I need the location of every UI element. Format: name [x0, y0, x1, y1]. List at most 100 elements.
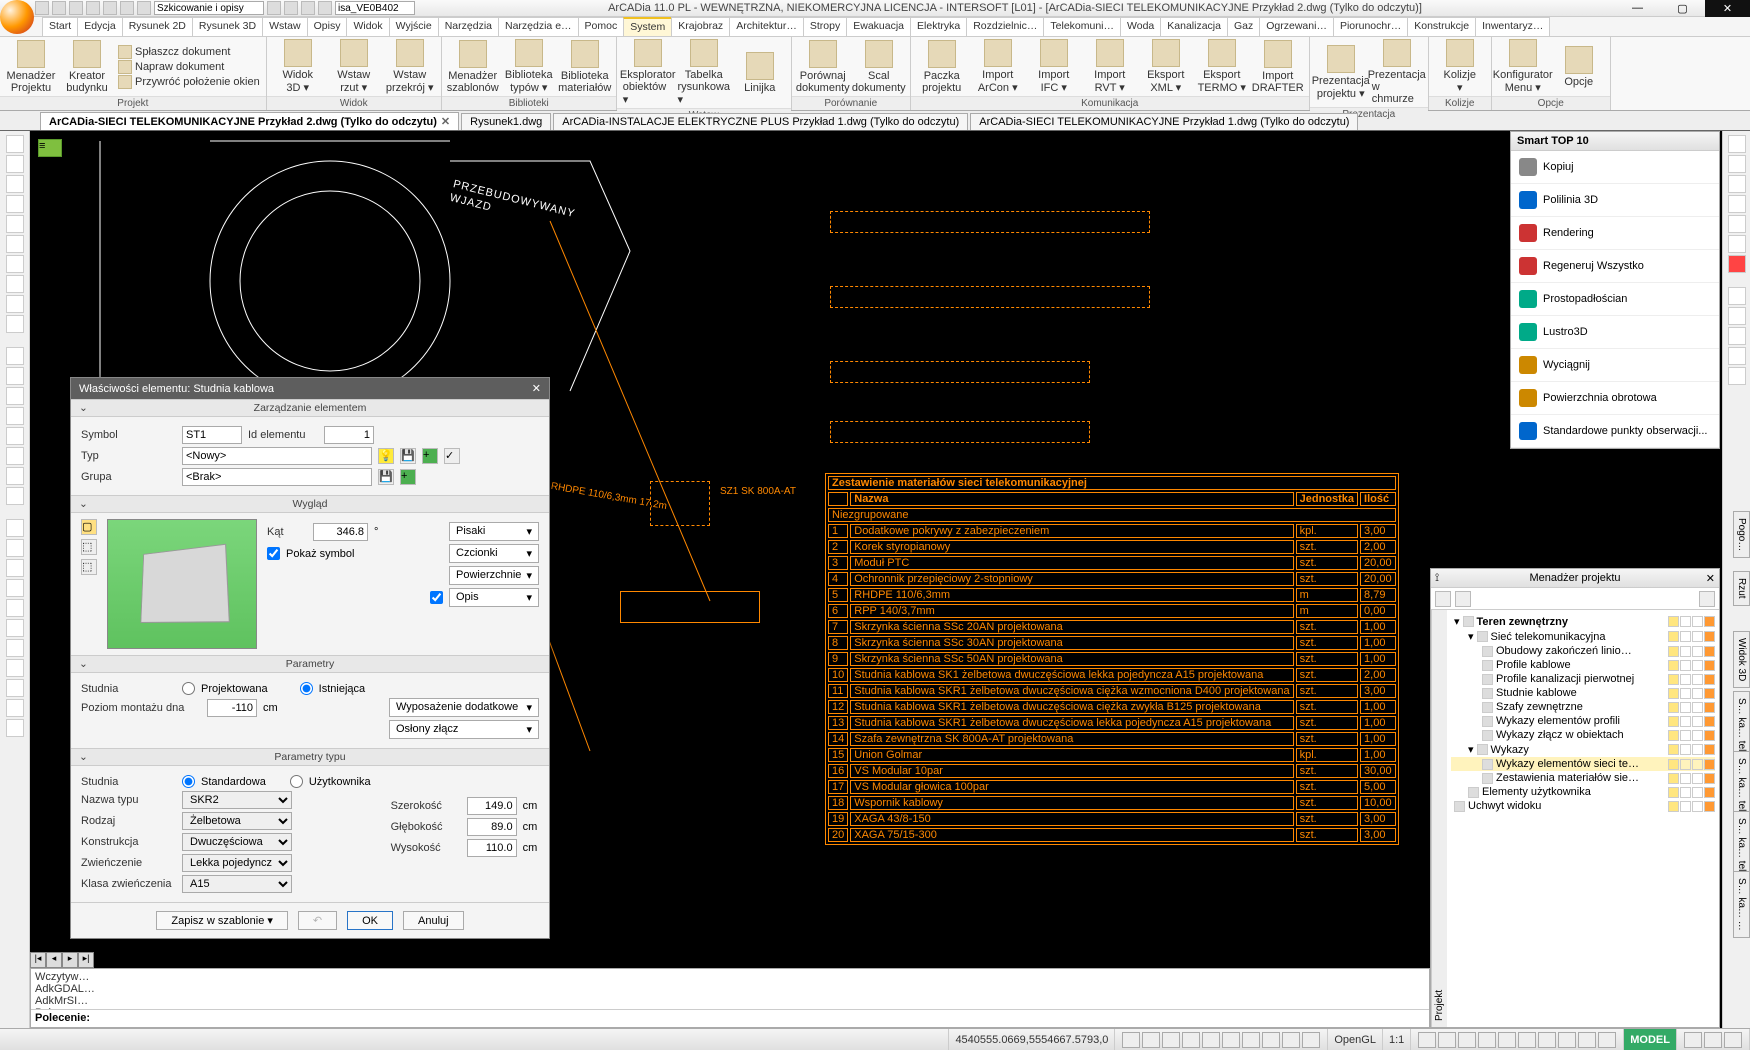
status-btn[interactable]	[1598, 1032, 1616, 1048]
tool-icon[interactable]	[1728, 135, 1746, 153]
tool-icon[interactable]	[6, 467, 24, 485]
sheet-nav-first[interactable]: |◂	[30, 952, 46, 968]
tree-node[interactable]: Obudowy zakończeń linio…	[1451, 644, 1715, 658]
scale-label[interactable]: 1:1	[1383, 1029, 1411, 1050]
status-btn[interactable]	[1162, 1032, 1180, 1048]
project-tree[interactable]: ▾Teren zewnętrzny▾Sieć telekomunikacyjna…	[1447, 610, 1719, 1027]
menu-tab[interactable]: Widok	[346, 17, 389, 36]
tree-node[interactable]: Profile kablowe	[1451, 658, 1715, 672]
ribbon-button[interactable]: Paczkaprojektu	[917, 40, 967, 94]
status-btn[interactable]	[1142, 1032, 1160, 1048]
ribbon-button[interactable]: Eksploratorobiektów ▾	[623, 39, 673, 106]
klasa-select[interactable]: A15	[182, 875, 292, 893]
qat-icon[interactable]	[35, 1, 49, 15]
status-btn[interactable]	[1498, 1032, 1516, 1048]
pm-tool-icon[interactable]	[1455, 591, 1471, 607]
tool-icon[interactable]	[6, 539, 24, 557]
status-btn[interactable]	[1302, 1032, 1320, 1048]
id-input[interactable]	[324, 426, 374, 444]
smart-item[interactable]: Powierzchnia obrotowa	[1511, 382, 1719, 415]
minimize-button[interactable]: —	[1615, 0, 1660, 17]
side-tab[interactable]: Rzut	[1733, 571, 1750, 606]
tool-icon[interactable]	[6, 215, 24, 233]
status-btn[interactable]	[1704, 1032, 1722, 1048]
ribbon-button[interactable]: Spłaszcz dokument	[118, 45, 260, 59]
tool-icon[interactable]	[6, 579, 24, 597]
menu-tab[interactable]: Kanalizacja	[1160, 17, 1228, 36]
document-tab[interactable]: ArCADia-INSTALACJE ELEKTRYCZNE PLUS Przy…	[553, 113, 968, 130]
menu-tab[interactable]: Wstaw	[262, 17, 308, 36]
pin-icon[interactable]: ⟟	[1435, 572, 1439, 585]
qat-icon[interactable]	[69, 1, 83, 15]
add-icon[interactable]: +	[422, 448, 438, 464]
status-btn[interactable]	[1438, 1032, 1456, 1048]
tree-node[interactable]: Szafy zewnętrzne	[1451, 700, 1715, 714]
rodzaj-select[interactable]: Żelbetowa	[182, 812, 292, 830]
grupa-input[interactable]	[182, 468, 372, 486]
tree-node[interactable]: Wykazy elementów profili	[1451, 714, 1715, 728]
status-btn[interactable]	[1222, 1032, 1240, 1048]
status-btn[interactable]	[1458, 1032, 1476, 1048]
ribbon-button[interactable]: Wstawprzekrój ▾	[385, 39, 435, 94]
tree-node[interactable]: Uchwyt widoku	[1451, 799, 1715, 813]
tool-icon[interactable]	[1728, 327, 1746, 345]
tool-icon[interactable]	[1728, 367, 1746, 385]
tool-icon[interactable]	[1728, 175, 1746, 193]
tool-icon[interactable]	[6, 347, 24, 365]
cancel-button[interactable]: Anuluj	[403, 911, 464, 930]
szer-input[interactable]	[467, 797, 517, 815]
app-menu-orb[interactable]	[0, 0, 34, 34]
tool-icon[interactable]	[1728, 155, 1746, 173]
menu-tab[interactable]: Ewakuacja	[846, 17, 911, 36]
qat-icon[interactable]	[103, 1, 117, 15]
lightbulb-icon[interactable]: 💡	[378, 448, 394, 464]
ribbon-button[interactable]: Linijka	[735, 52, 785, 94]
tool-icon[interactable]	[6, 447, 24, 465]
ribbon-button[interactable]: Menadżerszablonów	[448, 40, 498, 94]
qat-icon[interactable]	[52, 1, 66, 15]
qat-icon[interactable]	[318, 1, 332, 15]
tool-icon[interactable]	[1728, 287, 1746, 305]
standardowa-radio[interactable]	[182, 775, 195, 788]
save-group-icon[interactable]: 💾	[378, 469, 394, 485]
sheet-nav-last[interactable]: ▸|	[78, 952, 94, 968]
view-2d-icon[interactable]: ▢	[81, 519, 97, 535]
status-btn[interactable]	[1242, 1032, 1260, 1048]
menu-tab[interactable]: Krajobraz	[671, 17, 730, 36]
document-tab[interactable]: Rysunek1.dwg	[461, 113, 551, 130]
menu-tab[interactable]: Pomoc	[578, 17, 625, 36]
menu-tab[interactable]: Architektur…	[729, 17, 804, 36]
tool-icon[interactable]	[6, 659, 24, 677]
smart-item[interactable]: Lustro3D	[1511, 316, 1719, 349]
ribbon-button[interactable]: Bibliotekatypów ▾	[504, 39, 554, 94]
view-3d-icon[interactable]: ⬚	[81, 539, 97, 555]
qat-icon[interactable]	[137, 1, 151, 15]
model-space-button[interactable]: MODEL	[1624, 1029, 1677, 1050]
save-template-button[interactable]: Zapisz w szablonie ▾	[156, 911, 288, 930]
side-tab[interactable]: Widok 3D	[1733, 631, 1750, 688]
ribbon-button[interactable]: MenadżerProjektu	[6, 40, 56, 94]
tool-icon[interactable]	[6, 387, 24, 405]
ribbon-button[interactable]: Kolizje▾	[1435, 39, 1485, 94]
pm-tool-icon[interactable]	[1435, 591, 1451, 607]
tool-icon[interactable]	[6, 699, 24, 717]
menu-tab[interactable]: Narzędzia e…	[498, 17, 579, 36]
smart-item[interactable]: Kopiuj	[1511, 151, 1719, 184]
tree-node[interactable]: Studnie kablowe	[1451, 686, 1715, 700]
gleb-input[interactable]	[467, 818, 517, 836]
menu-tab[interactable]: Inwentaryz…	[1475, 17, 1550, 36]
ribbon-button[interactable]: Prezentacjaprojektu ▾	[1316, 45, 1366, 100]
oslony-button[interactable]: Osłony złącz▾	[389, 720, 539, 739]
menu-tab[interactable]: Woda	[1120, 17, 1161, 36]
section-header[interactable]: Zarządzanie elementem	[71, 399, 549, 417]
undo-button[interactable]: ↶	[298, 911, 337, 930]
menu-tab[interactable]: Edycja	[77, 17, 123, 36]
wyposazenie-button[interactable]: Wyposażenie dodatkowe▾	[389, 698, 539, 717]
show-symbol-checkbox[interactable]	[267, 547, 280, 560]
ok-button[interactable]: OK	[347, 911, 393, 930]
ribbon-button[interactable]: Scaldokumenty	[854, 40, 904, 94]
section-header[interactable]: Wygląd	[71, 495, 549, 513]
ribbon-button[interactable]: Tabelkarysunkowa ▾	[679, 39, 729, 106]
command-input[interactable]: Polecenie:	[31, 1009, 1429, 1026]
menu-tab[interactable]: Stropy	[803, 17, 847, 36]
